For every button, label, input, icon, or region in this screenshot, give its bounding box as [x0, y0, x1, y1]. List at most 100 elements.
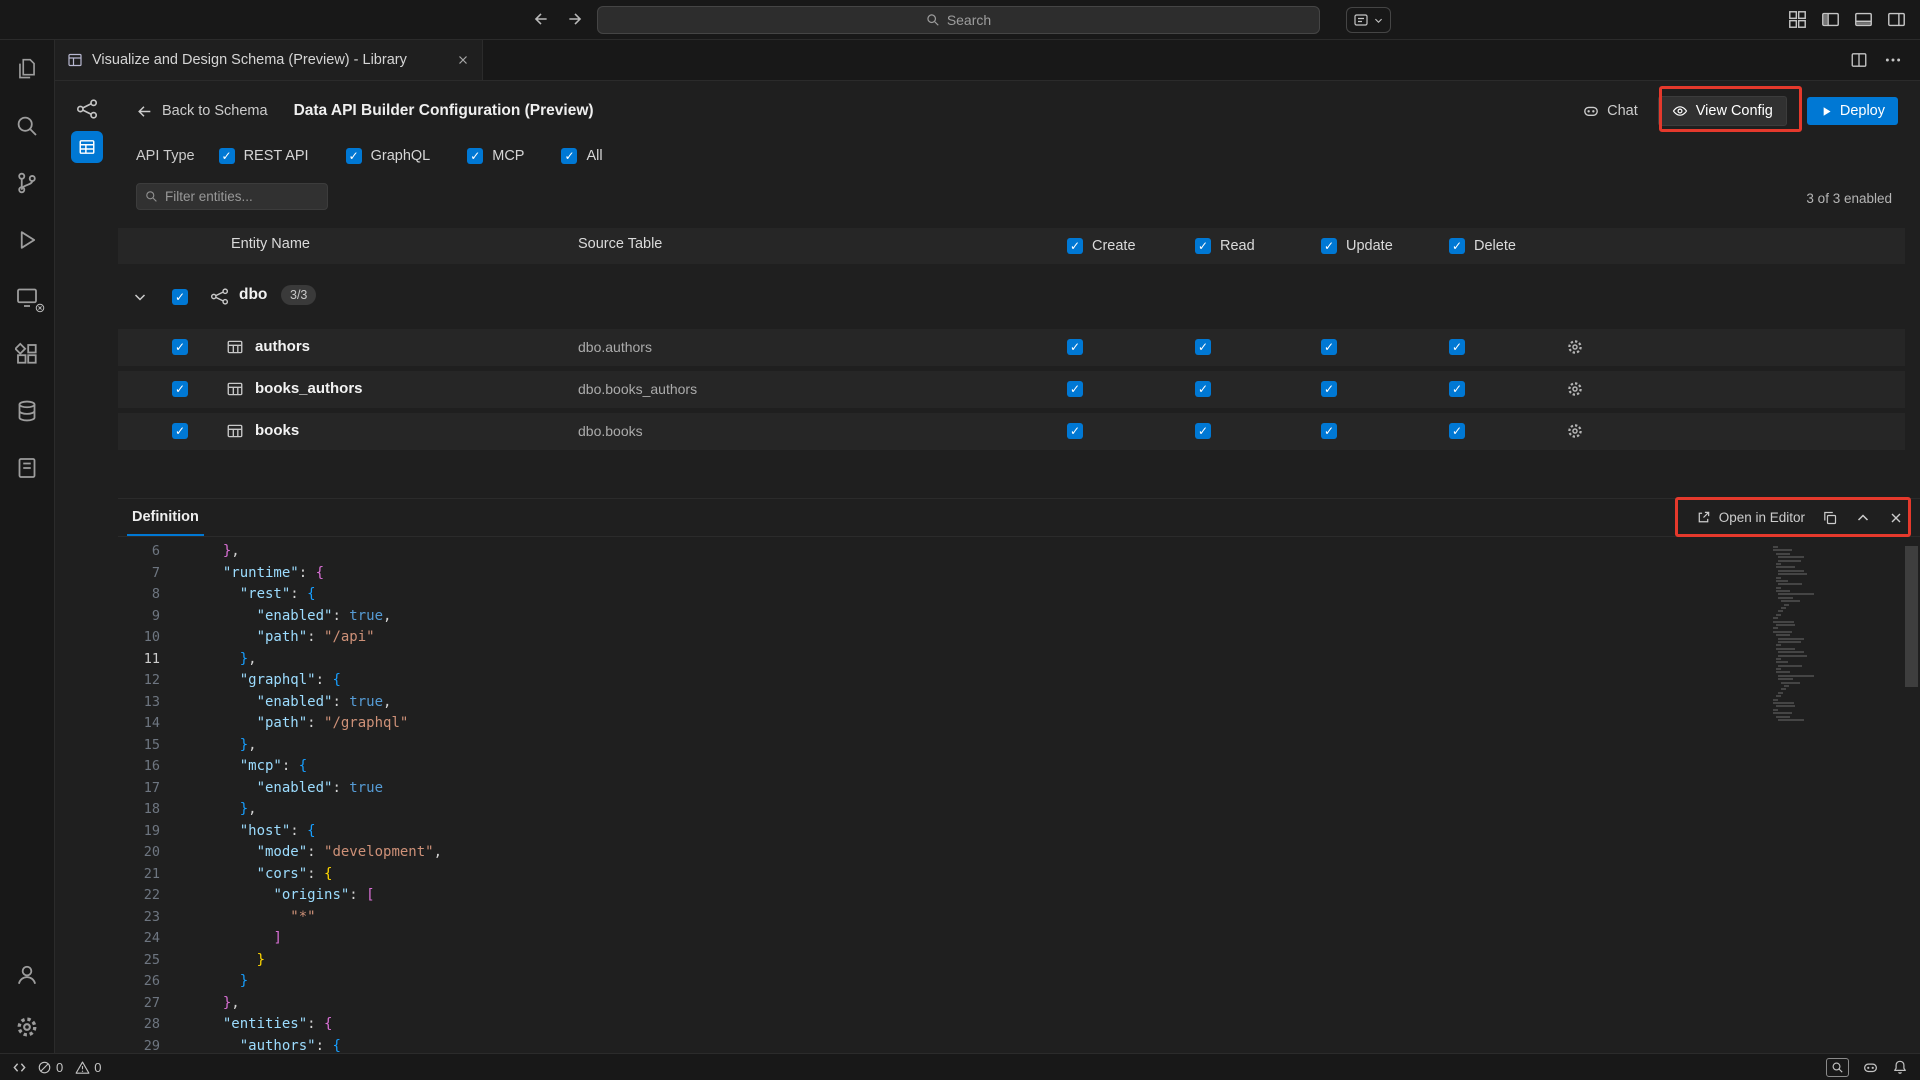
code-line[interactable]: 20 "mode": "development",	[118, 842, 1920, 864]
schema-visualizer-icon[interactable]	[76, 98, 98, 120]
layout-dropdown-button[interactable]	[1346, 7, 1391, 33]
op-checkbox[interactable]: ✓	[1321, 381, 1337, 397]
entity-row[interactable]: ✓books_authorsdbo.books_authors✓✓✓✓	[118, 371, 1905, 408]
filter-entities-box[interactable]	[136, 183, 328, 210]
source-control-icon[interactable]	[0, 154, 55, 211]
entity-row[interactable]: ✓authorsdbo.authors✓✓✓✓	[118, 329, 1905, 366]
database-icon[interactable]	[0, 382, 55, 439]
back-to-schema-link[interactable]: Back to Schema	[136, 103, 268, 120]
op-master-checkbox[interactable]: ✓	[1195, 238, 1211, 254]
code-line[interactable]: 25 }	[118, 950, 1920, 972]
command-center-search[interactable]: Search	[597, 6, 1320, 34]
settings-gear-icon[interactable]	[0, 1001, 55, 1053]
code-line[interactable]: 24 ]	[118, 928, 1920, 950]
row-checkbox[interactable]: ✓	[172, 339, 188, 355]
code-line[interactable]: 19 "host": {	[118, 821, 1920, 843]
close-icon[interactable]	[1888, 510, 1904, 526]
gear-icon[interactable]	[1566, 380, 1584, 398]
zoom-indicator[interactable]	[1826, 1058, 1849, 1077]
gear-icon[interactable]	[1566, 338, 1584, 356]
minimap[interactable]	[1770, 546, 1850, 746]
code-line[interactable]: 12 "graphql": {	[118, 670, 1920, 692]
op-checkbox[interactable]: ✓	[1195, 423, 1211, 439]
search-icon[interactable]	[0, 97, 55, 154]
back-arrow-icon[interactable]	[532, 10, 550, 28]
code-line[interactable]: 17 "enabled": true	[118, 778, 1920, 800]
open-in-editor-button[interactable]: Open in Editor	[1696, 510, 1805, 525]
checkbox[interactable]: ✓	[467, 148, 483, 164]
op-checkbox[interactable]: ✓	[1067, 381, 1083, 397]
row-checkbox[interactable]: ✓	[172, 423, 188, 439]
op-master-checkbox[interactable]: ✓	[1321, 238, 1337, 254]
chat-button[interactable]: Chat	[1582, 102, 1638, 120]
code-line[interactable]: 8 "rest": {	[118, 584, 1920, 606]
copy-icon[interactable]	[1822, 510, 1838, 526]
checkbox[interactable]: ✓	[219, 148, 235, 164]
filter-entities-input[interactable]	[165, 189, 305, 204]
code-line[interactable]: 10 "path": "/api"	[118, 627, 1920, 649]
chevron-up-icon[interactable]	[1855, 510, 1871, 526]
remote-icon[interactable]	[12, 1060, 27, 1075]
code-line[interactable]: 16 "mcp": {	[118, 756, 1920, 778]
gear-icon-wrap[interactable]	[1566, 380, 1584, 398]
code-line[interactable]: 28 "entities": {	[118, 1014, 1920, 1036]
api-type-option[interactable]: ✓All	[561, 148, 602, 164]
code-line[interactable]: 21 "cors": {	[118, 864, 1920, 886]
op-master-checkbox[interactable]: ✓	[1449, 238, 1465, 254]
more-actions-icon[interactable]	[1884, 51, 1902, 69]
checkbox[interactable]: ✓	[346, 148, 362, 164]
toggle-panel-icon[interactable]	[1854, 10, 1873, 29]
api-type-option[interactable]: ✓MCP	[467, 148, 524, 164]
chevron-down-icon[interactable]	[132, 289, 148, 305]
table-designer-icon[interactable]	[0, 439, 55, 496]
group-checkbox[interactable]: ✓	[172, 289, 188, 305]
explorer-icon[interactable]	[0, 40, 55, 97]
api-type-option[interactable]: ✓REST API	[219, 148, 309, 164]
schema-group-row[interactable]: ✓ dbo 3/3	[118, 277, 1905, 317]
op-checkbox[interactable]: ✓	[1195, 339, 1211, 355]
code-line[interactable]: 22 "origins": [	[118, 885, 1920, 907]
bell-icon[interactable]	[1892, 1059, 1908, 1075]
gear-icon-wrap[interactable]	[1566, 422, 1584, 440]
code-line[interactable]: 27 },	[118, 993, 1920, 1015]
split-editor-icon[interactable]	[1850, 51, 1868, 69]
code-line[interactable]: 29 "authors": {	[118, 1036, 1920, 1054]
gear-icon[interactable]	[1566, 422, 1584, 440]
checkbox[interactable]: ✓	[561, 148, 577, 164]
entity-row[interactable]: ✓booksdbo.books✓✓✓✓	[118, 413, 1905, 450]
code-line[interactable]: 18 },	[118, 799, 1920, 821]
copilot-icon[interactable]	[1862, 1059, 1879, 1076]
toggle-secondary-sidebar-icon[interactable]	[1887, 10, 1906, 29]
tab-visualize-schema[interactable]: Visualize and Design Schema (Preview) - …	[55, 40, 483, 80]
code-line[interactable]: 15 },	[118, 735, 1920, 757]
close-icon[interactable]	[456, 53, 470, 67]
code-line[interactable]: 9 "enabled": true,	[118, 606, 1920, 628]
accounts-icon[interactable]	[0, 949, 55, 1001]
code-line[interactable]: 23 "*"	[118, 907, 1920, 929]
api-type-option[interactable]: ✓GraphQL	[346, 148, 431, 164]
deploy-button[interactable]: Deploy	[1807, 97, 1898, 125]
op-checkbox[interactable]: ✓	[1067, 423, 1083, 439]
code-line[interactable]: 14 "path": "/graphql"	[118, 713, 1920, 735]
code-line[interactable]: 6 },	[118, 541, 1920, 563]
code-line[interactable]: 7 "runtime": {	[118, 563, 1920, 585]
code-line[interactable]: 26 }	[118, 971, 1920, 993]
dab-config-icon[interactable]	[71, 131, 103, 163]
op-checkbox[interactable]: ✓	[1321, 339, 1337, 355]
code-line[interactable]: 13 "enabled": true,	[118, 692, 1920, 714]
run-debug-icon[interactable]	[0, 211, 55, 268]
problems-indicator[interactable]: 0 0	[37, 1060, 101, 1075]
row-checkbox[interactable]: ✓	[172, 381, 188, 397]
op-checkbox[interactable]: ✓	[1195, 381, 1211, 397]
forward-arrow-icon[interactable]	[566, 10, 584, 28]
op-checkbox[interactable]: ✓	[1449, 381, 1465, 397]
gear-icon-wrap[interactable]	[1566, 338, 1584, 356]
code-line[interactable]: 11 },	[118, 649, 1920, 671]
remote-explorer-icon[interactable]	[0, 268, 55, 325]
customize-layout-icon[interactable]	[1788, 10, 1807, 29]
scrollbar-thumb[interactable]	[1905, 546, 1918, 687]
code-editor[interactable]: 6 },7 "runtime": {8 "rest": {9 "enabled"…	[118, 538, 1920, 1053]
definition-tab[interactable]: Definition	[127, 499, 204, 536]
view-config-button[interactable]: View Config	[1658, 96, 1787, 126]
op-checkbox[interactable]: ✓	[1321, 423, 1337, 439]
